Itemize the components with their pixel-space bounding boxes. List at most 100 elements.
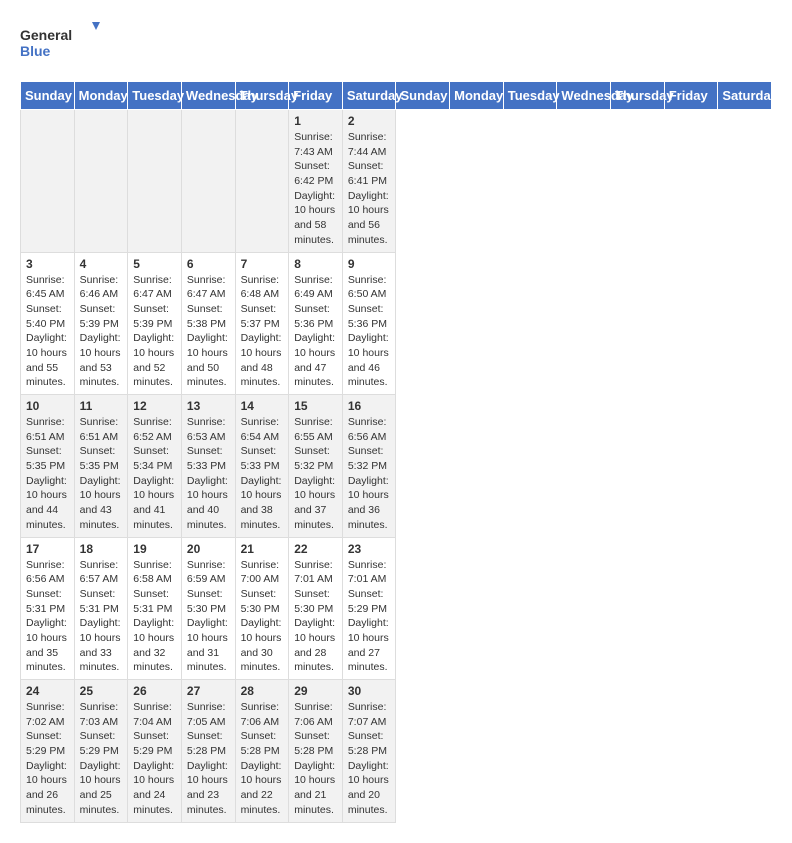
weekday-header: Tuesday: [128, 82, 182, 110]
calendar-cell: 15 Sunrise: 6:55 AM Sunset: 5:32 PM Dayli…: [289, 395, 343, 538]
day-number: 1: [294, 114, 337, 128]
day-number: 5: [133, 257, 176, 271]
day-info: Sunrise: 6:48 AM Sunset: 5:37 PM Dayligh…: [241, 273, 284, 391]
day-info: Sunrise: 7:05 AM Sunset: 5:28 PM Dayligh…: [187, 700, 230, 818]
header: General Blue: [20, 20, 772, 65]
day-number: 24: [26, 684, 69, 698]
weekday-header: Tuesday: [503, 82, 557, 110]
weekday-header: Saturday: [718, 82, 772, 110]
calendar-cell: [181, 110, 235, 253]
day-info: Sunrise: 6:56 AM Sunset: 5:31 PM Dayligh…: [26, 558, 69, 676]
calendar-week-row: 3 Sunrise: 6:45 AM Sunset: 5:40 PM Daylig…: [21, 252, 772, 395]
calendar-cell: 18Sunrise: 6:57 AM Sunset: 5:31 PM Dayli…: [74, 537, 128, 680]
day-number: 28: [241, 684, 284, 698]
calendar-cell: 25Sunrise: 7:03 AM Sunset: 5:29 PM Dayli…: [74, 680, 128, 823]
day-info: Sunrise: 6:49 AM Sunset: 5:36 PM Dayligh…: [294, 273, 337, 391]
calendar-week-row: 10Sunrise: 6:51 AM Sunset: 5:35 PM Dayli…: [21, 395, 772, 538]
day-number: 12: [133, 399, 176, 413]
day-info: Sunrise: 7:04 AM Sunset: 5:29 PM Dayligh…: [133, 700, 176, 818]
day-number: 16: [348, 399, 391, 413]
calendar-cell: [128, 110, 182, 253]
calendar-cell: 30 Sunrise: 7:07 AM Sunset: 5:28 PM Dayli…: [342, 680, 396, 823]
day-info: Sunrise: 7:00 AM Sunset: 5:30 PM Dayligh…: [241, 558, 284, 676]
logo-svg: General Blue: [20, 20, 100, 65]
day-number: 17: [26, 542, 69, 556]
weekday-header: Friday: [664, 82, 718, 110]
day-number: 4: [80, 257, 123, 271]
calendar-cell: [235, 110, 289, 253]
day-number: 15: [294, 399, 337, 413]
day-info: Sunrise: 6:59 AM Sunset: 5:30 PM Dayligh…: [187, 558, 230, 676]
calendar-cell: 23 Sunrise: 7:01 AM Sunset: 5:29 PM Dayli…: [342, 537, 396, 680]
weekday-header: Sunday: [396, 82, 450, 110]
day-info: Sunrise: 6:46 AM Sunset: 5:39 PM Dayligh…: [80, 273, 123, 391]
day-number: 21: [241, 542, 284, 556]
calendar-cell: 11Sunrise: 6:51 AM Sunset: 5:35 PM Dayli…: [74, 395, 128, 538]
day-info: Sunrise: 7:43 AM Sunset: 6:42 PM Dayligh…: [294, 130, 337, 248]
day-info: Sunrise: 6:53 AM Sunset: 5:33 PM Dayligh…: [187, 415, 230, 533]
day-info: Sunrise: 7:01 AM Sunset: 5:30 PM Dayligh…: [294, 558, 337, 676]
calendar-week-row: 1 Sunrise: 7:43 AM Sunset: 6:42 PM Daylig…: [21, 110, 772, 253]
day-info: Sunrise: 6:56 AM Sunset: 5:32 PM Dayligh…: [348, 415, 391, 533]
day-number: 2: [348, 114, 391, 128]
day-info: Sunrise: 7:01 AM Sunset: 5:29 PM Dayligh…: [348, 558, 391, 676]
day-number: 19: [133, 542, 176, 556]
calendar-cell: 20 Sunrise: 6:59 AM Sunset: 5:30 PM Dayli…: [181, 537, 235, 680]
day-info: Sunrise: 7:02 AM Sunset: 5:29 PM Dayligh…: [26, 700, 69, 818]
day-info: Sunrise: 6:50 AM Sunset: 5:36 PM Dayligh…: [348, 273, 391, 391]
calendar-cell: 4 Sunrise: 6:46 AM Sunset: 5:39 PM Daylig…: [74, 252, 128, 395]
day-number: 14: [241, 399, 284, 413]
calendar-cell: 19 Sunrise: 6:58 AM Sunset: 5:31 PM Dayli…: [128, 537, 182, 680]
day-number: 6: [187, 257, 230, 271]
calendar-cell: 17 Sunrise: 6:56 AM Sunset: 5:31 PM Dayli…: [21, 537, 75, 680]
weekday-header: Monday: [74, 82, 128, 110]
svg-text:General: General: [20, 27, 72, 43]
calendar-cell: 24 Sunrise: 7:02 AM Sunset: 5:29 PM Dayli…: [21, 680, 75, 823]
day-info: Sunrise: 7:44 AM Sunset: 6:41 PM Dayligh…: [348, 130, 391, 248]
day-number: 26: [133, 684, 176, 698]
day-number: 13: [187, 399, 230, 413]
day-info: Sunrise: 7:06 AM Sunset: 5:28 PM Dayligh…: [241, 700, 284, 818]
day-info: Sunrise: 6:45 AM Sunset: 5:40 PM Dayligh…: [26, 273, 69, 391]
weekday-header: Wednesday: [181, 82, 235, 110]
day-number: 9: [348, 257, 391, 271]
calendar-cell: 27 Sunrise: 7:05 AM Sunset: 5:28 PM Dayli…: [181, 680, 235, 823]
weekday-header: Thursday: [235, 82, 289, 110]
weekday-header: Thursday: [611, 82, 665, 110]
calendar-cell: 13 Sunrise: 6:53 AM Sunset: 5:33 PM Dayli…: [181, 395, 235, 538]
calendar-cell: 8 Sunrise: 6:49 AM Sunset: 5:36 PM Daylig…: [289, 252, 343, 395]
svg-text:Blue: Blue: [20, 43, 51, 59]
calendar-table: SundayMondayTuesdayWednesdayThursdayFrid…: [20, 81, 772, 823]
day-number: 22: [294, 542, 337, 556]
calendar-cell: 10Sunrise: 6:51 AM Sunset: 5:35 PM Dayli…: [21, 395, 75, 538]
logo: General Blue: [20, 20, 100, 65]
calendar-cell: 26 Sunrise: 7:04 AM Sunset: 5:29 PM Dayli…: [128, 680, 182, 823]
day-info: Sunrise: 7:06 AM Sunset: 5:28 PM Dayligh…: [294, 700, 337, 818]
day-number: 18: [80, 542, 123, 556]
day-number: 30: [348, 684, 391, 698]
day-info: Sunrise: 6:52 AM Sunset: 5:34 PM Dayligh…: [133, 415, 176, 533]
calendar-cell: 14Sunrise: 6:54 AM Sunset: 5:33 PM Dayli…: [235, 395, 289, 538]
calendar-week-row: 24 Sunrise: 7:02 AM Sunset: 5:29 PM Dayli…: [21, 680, 772, 823]
calendar-cell: 28 Sunrise: 7:06 AM Sunset: 5:28 PM Dayli…: [235, 680, 289, 823]
weekday-header: Monday: [450, 82, 504, 110]
day-number: 20: [187, 542, 230, 556]
calendar-cell: [74, 110, 128, 253]
calendar-cell: 5Sunrise: 6:47 AM Sunset: 5:39 PM Daylig…: [128, 252, 182, 395]
day-number: 29: [294, 684, 337, 698]
day-info: Sunrise: 7:07 AM Sunset: 5:28 PM Dayligh…: [348, 700, 391, 818]
weekday-header: Friday: [289, 82, 343, 110]
day-number: 7: [241, 257, 284, 271]
calendar-cell: 16 Sunrise: 6:56 AM Sunset: 5:32 PM Dayli…: [342, 395, 396, 538]
day-info: Sunrise: 6:58 AM Sunset: 5:31 PM Dayligh…: [133, 558, 176, 676]
day-number: 8: [294, 257, 337, 271]
day-info: Sunrise: 6:55 AM Sunset: 5:32 PM Dayligh…: [294, 415, 337, 533]
day-number: 3: [26, 257, 69, 271]
day-number: 10: [26, 399, 69, 413]
calendar-week-row: 17 Sunrise: 6:56 AM Sunset: 5:31 PM Dayli…: [21, 537, 772, 680]
calendar-cell: 29 Sunrise: 7:06 AM Sunset: 5:28 PM Dayli…: [289, 680, 343, 823]
calendar-cell: 1 Sunrise: 7:43 AM Sunset: 6:42 PM Daylig…: [289, 110, 343, 253]
day-number: 23: [348, 542, 391, 556]
calendar-cell: 7 Sunrise: 6:48 AM Sunset: 5:37 PM Daylig…: [235, 252, 289, 395]
day-number: 27: [187, 684, 230, 698]
